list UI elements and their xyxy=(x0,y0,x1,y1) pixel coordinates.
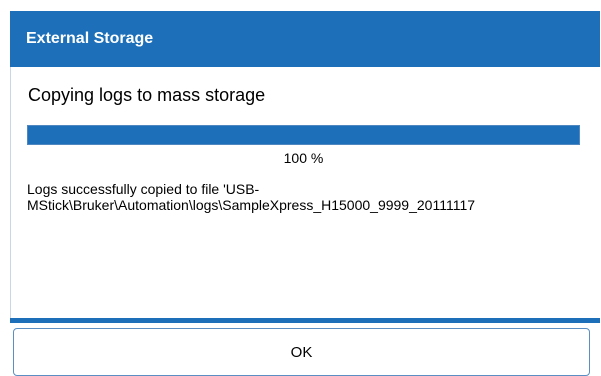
dialog-border xyxy=(10,67,11,318)
progress-bar xyxy=(27,125,580,145)
ok-button[interactable]: OK xyxy=(13,328,590,376)
dialog-titlebar: External Storage xyxy=(10,11,600,67)
dialog-title: External Storage xyxy=(26,30,154,47)
status-message-line-2: MStick\Bruker\Automation\logs\SampleXpre… xyxy=(27,197,476,213)
status-message-line-1: Logs successfully copied to file 'USB- xyxy=(27,181,260,197)
dialog-heading: Copying logs to mass storage xyxy=(28,85,266,105)
progress-percent-label: 100 % xyxy=(283,150,324,166)
footer-separator xyxy=(10,318,600,323)
external-storage-dialog: External Storage Copying logs to mass st… xyxy=(0,0,601,376)
status-message: Logs successfully copied to file 'USB- M… xyxy=(27,181,587,213)
progress-bar-fill xyxy=(28,126,579,144)
